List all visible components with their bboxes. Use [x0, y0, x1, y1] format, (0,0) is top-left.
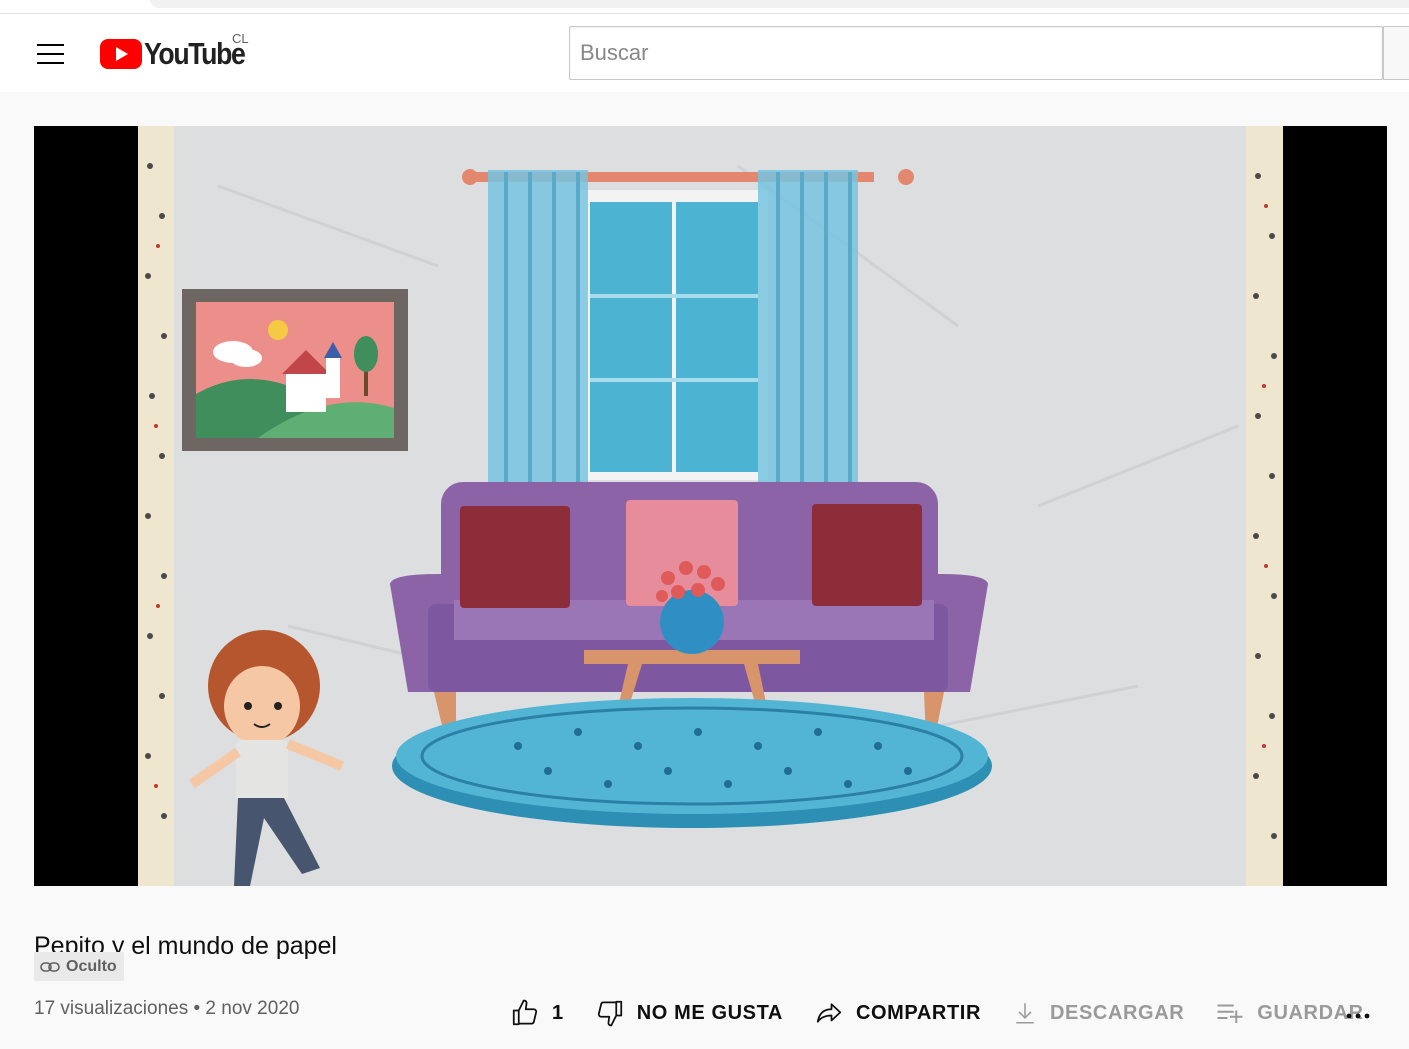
menu-icon — [37, 44, 64, 46]
masthead: YouTube CL — [0, 14, 1409, 92]
playlist-add-icon — [1217, 1004, 1243, 1023]
search-input[interactable] — [570, 27, 1380, 79]
youtube-logo[interactable]: YouTube CL — [100, 31, 260, 74]
more-options-icon — [1346, 1013, 1370, 1019]
dislike-label: NO ME GUSTA — [636, 1001, 783, 1024]
search-box — [569, 26, 1383, 80]
country-code: CL — [232, 31, 249, 46]
download-icon — [1016, 1003, 1034, 1024]
browser-address-bar — [150, 0, 1409, 8]
video-meta: 17 visualizaciones • 2 nov 2020 — [34, 998, 299, 1020]
visibility-label: Oculto — [66, 957, 117, 975]
video-frame — [138, 126, 1283, 886]
download-label: DESCARGAR — [1050, 1001, 1185, 1024]
browser-top-strip — [0, 0, 1409, 14]
like-button[interactable]: 1 — [510, 998, 564, 1028]
dislike-button[interactable]: NO ME GUSTA — [595, 998, 783, 1028]
video-player[interactable] — [34, 126, 1387, 886]
action-bar: 1 NO ME GUSTA COMPARTIR DESCARGAR GUARDA… — [510, 995, 1395, 1031]
share-label: COMPARTIR — [855, 1001, 981, 1024]
link-icon — [40, 961, 60, 972]
thumbs-up-icon — [512, 999, 538, 1026]
search-button[interactable] — [1383, 26, 1409, 80]
logo-wordmark: YouTube — [144, 36, 246, 71]
download-button[interactable]: DESCARGAR — [1012, 998, 1184, 1028]
upload-date: 2 nov 2020 — [205, 998, 300, 1019]
like-count: 1 — [552, 1001, 564, 1024]
more-options-button[interactable] — [1340, 1000, 1376, 1030]
youtube-logo-icon — [100, 39, 142, 69]
meta-separator: • — [193, 998, 201, 1019]
thumbs-down-icon — [597, 1000, 622, 1027]
share-icon — [816, 1003, 842, 1023]
share-button[interactable]: COMPARTIR — [814, 998, 981, 1028]
visibility-badge: Oculto — [34, 952, 124, 981]
view-count: 17 visualizaciones — [34, 998, 189, 1019]
menu-button[interactable] — [30, 34, 70, 74]
